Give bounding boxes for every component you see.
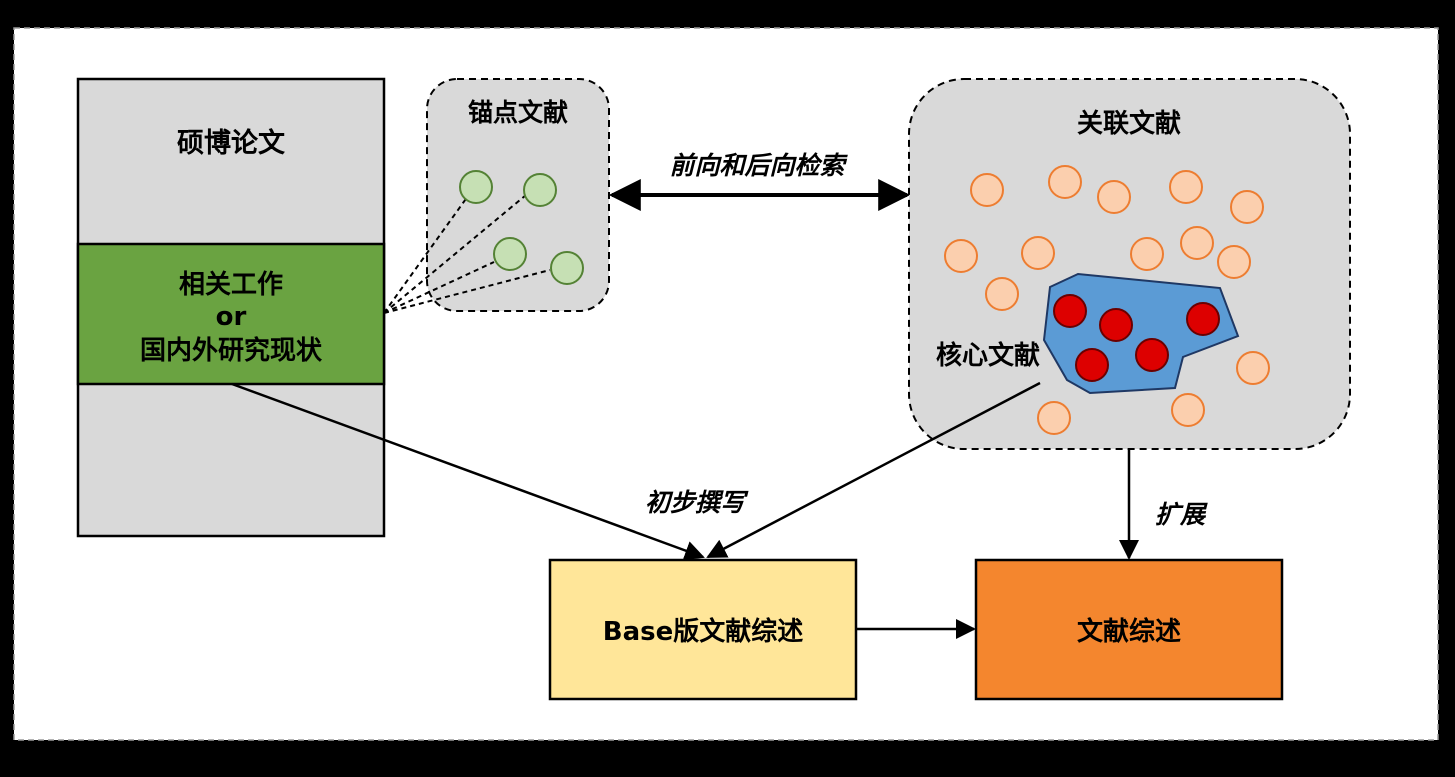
anchor-title: 锚点文献 [468,98,568,127]
expand-label: 扩展 [1155,500,1208,529]
related-node [1097,180,1131,214]
related-node [1180,226,1214,260]
related-node [985,277,1019,311]
draft-label: 初步撰写 [645,488,749,517]
anchor-node [459,170,493,204]
thesis-title: 硕博论文 [177,127,286,159]
base-review-label: Base版文献综述 [603,616,803,647]
related-node [1230,190,1264,224]
related-node [1217,245,1251,279]
core-node [1099,308,1133,342]
related-node [1236,351,1270,385]
core-node [1053,294,1087,328]
related-node [1130,237,1164,271]
related-node [1169,170,1203,204]
related-node [970,173,1004,207]
final-review-label: 文献综述 [1077,616,1181,647]
related-node [1048,165,1082,199]
related-line3: 国内外研究现状 [140,335,323,366]
related-node [944,239,978,273]
core-node [1186,302,1220,336]
core-label: 核心文献 [936,340,1040,371]
related-docs-title: 关联文献 [1077,108,1181,139]
related-node [1021,236,1055,270]
anchor-node [523,173,557,207]
related-line1: 相关工作 [179,270,283,300]
anchor-node [493,237,527,271]
related-line2: or [216,302,247,332]
anchor-node [550,251,584,285]
search-label: 前向和后向检索 [669,151,848,180]
core-node [1135,338,1169,372]
core-node [1075,348,1109,382]
related-node [1037,401,1071,435]
literature-review-diagram: 硕博论文 相关工作 or 国内外研究现状 锚点文献 前向和后向检索 关联文献 核… [13,27,1439,741]
related-node [1171,393,1205,427]
